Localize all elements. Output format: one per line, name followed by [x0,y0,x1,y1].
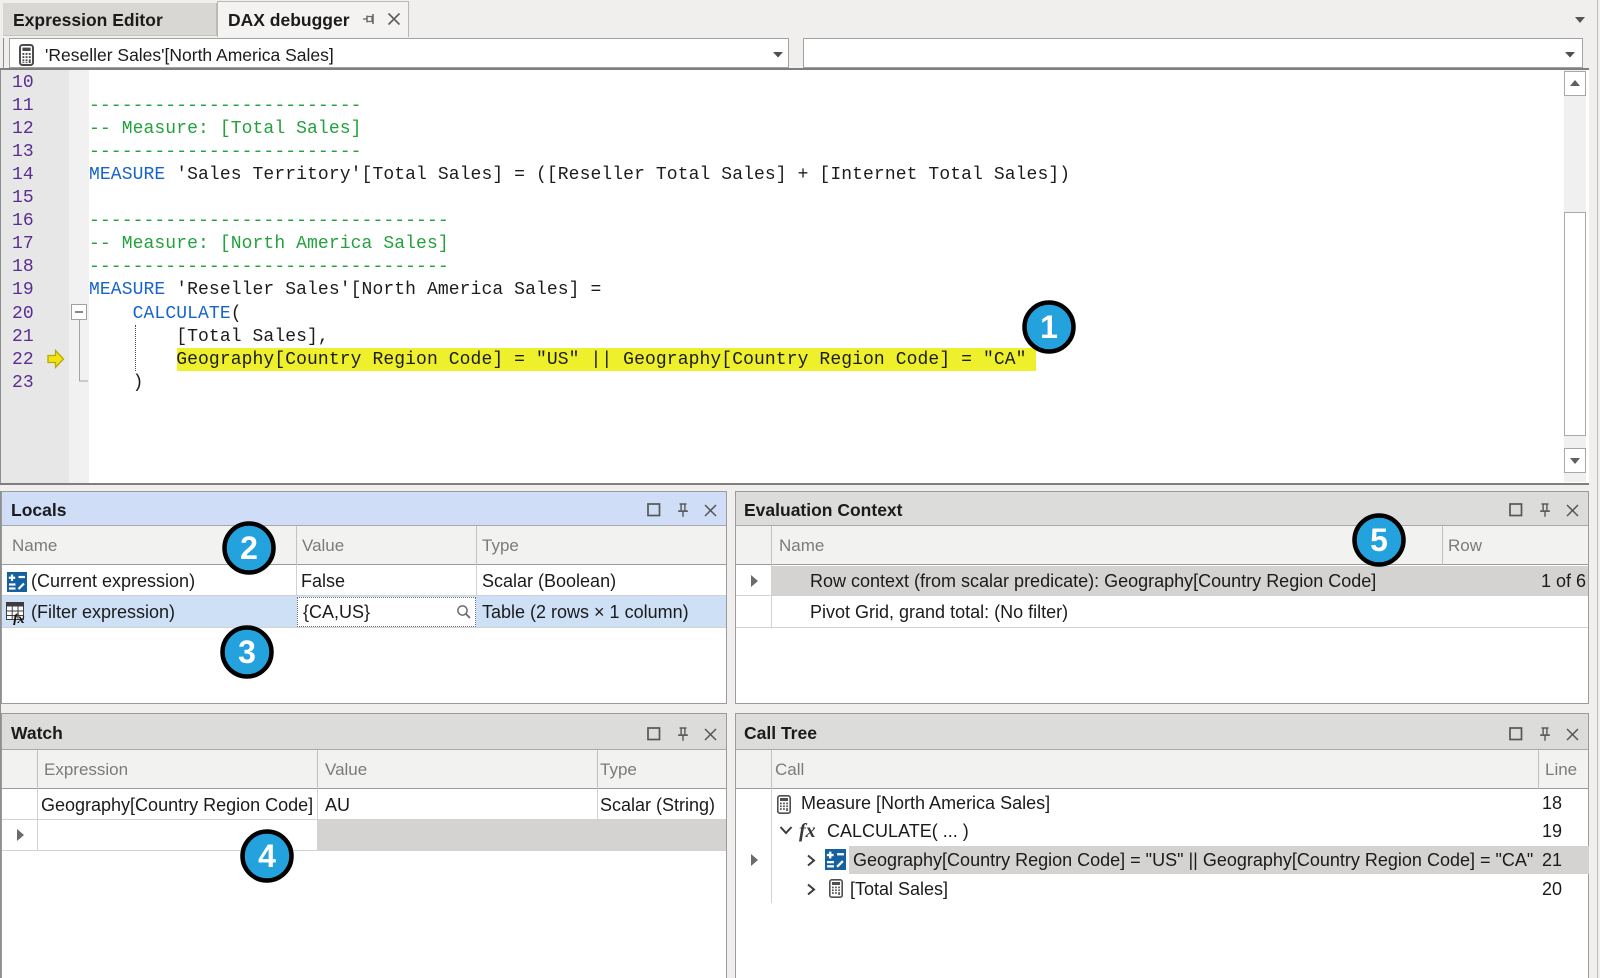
svg-text:5: 5 [1370,522,1388,558]
svg-text:fx: fx [13,612,25,625]
svg-text:3: 3 [238,634,256,670]
svg-text:4: 4 [258,838,276,874]
svg-text:2: 2 [240,530,258,566]
svg-text:1: 1 [1040,309,1058,345]
